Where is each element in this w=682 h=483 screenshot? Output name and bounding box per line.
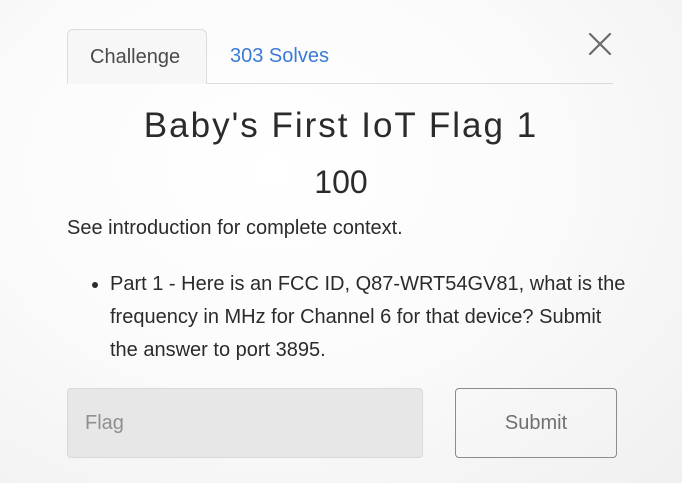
- challenge-title: Baby's First IoT Flag 1: [143, 106, 539, 145]
- tab-solves[interactable]: 303 Solves: [208, 29, 351, 83]
- flag-input[interactable]: [67, 388, 423, 458]
- close-icon[interactable]: [586, 30, 614, 58]
- challenge-tabs: Challenge 303 Solves: [67, 29, 613, 84]
- challenge-intro: See introduction for complete context.: [67, 217, 403, 239]
- list-item: Part 1 - Here is an FCC ID, Q87-WRT54GV8…: [110, 268, 630, 367]
- challenge-modal: Challenge 303 Solves Baby's First IoT Fl…: [0, 0, 682, 483]
- tab-challenge[interactable]: Challenge: [67, 29, 207, 84]
- challenge-description-list: Part 1 - Here is an FCC ID, Q87-WRT54GV8…: [90, 268, 630, 367]
- submit-button[interactable]: Submit: [455, 388, 617, 458]
- challenge-points: 100: [314, 164, 368, 200]
